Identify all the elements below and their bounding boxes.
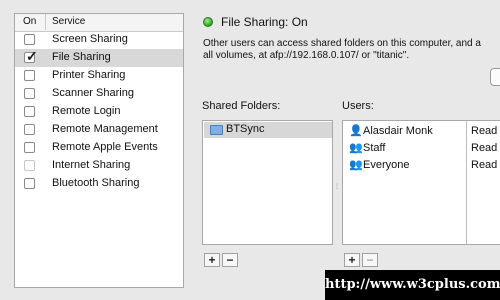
service-row-internet-sharing[interactable]: Internet Sharing — [15, 157, 183, 175]
column-header-service[interactable]: Service — [52, 16, 85, 27]
remove-user-button[interactable]: − — [362, 253, 378, 267]
user-permission[interactable]: Read — [471, 159, 497, 171]
service-checkbox[interactable] — [24, 34, 35, 45]
service-row-bluetooth-sharing[interactable]: Bluetooth Sharing — [15, 175, 183, 193]
service-label: File Sharing — [52, 51, 111, 63]
service-label: Internet Sharing — [52, 159, 131, 171]
services-list[interactable]: On Service Screen Sharing ✓ File Sharing… — [14, 13, 184, 288]
status-description-line: Other users can access shared folders on… — [203, 38, 481, 49]
watermark: http://www.w3cplus.com — [325, 270, 500, 300]
service-label: Scanner Sharing — [52, 87, 134, 99]
service-checkbox[interactable] — [24, 160, 35, 171]
service-checkbox[interactable] — [24, 178, 35, 189]
add-user-button[interactable]: + — [344, 253, 360, 267]
service-checkbox[interactable] — [24, 124, 35, 135]
service-label: Remote Login — [52, 105, 121, 117]
service-row-scanner-sharing[interactable]: Scanner Sharing — [15, 85, 183, 103]
single-user-icon: 👤 — [349, 125, 363, 137]
user-row[interactable]: 👥 Everyone Read — [343, 157, 500, 174]
service-row-remote-login[interactable]: Remote Login — [15, 103, 183, 121]
service-checkbox[interactable] — [24, 142, 35, 153]
users-label: Users: — [342, 100, 374, 112]
add-shared-folder-button[interactable]: + — [204, 253, 220, 267]
split-resize-handle[interactable]: ⋮ — [334, 183, 340, 190]
service-label: Remote Apple Events — [52, 141, 158, 153]
services-list-header: On Service — [15, 14, 183, 32]
folder-icon — [210, 125, 223, 135]
options-button[interactable] — [490, 68, 500, 86]
column-divider — [45, 14, 46, 30]
shared-folder-name: BTSync — [226, 123, 265, 135]
status-indicator-icon — [203, 17, 213, 27]
user-row[interactable]: 👥 Staff Read — [343, 140, 500, 157]
column-header-on[interactable]: On — [23, 16, 36, 27]
service-checkbox[interactable] — [24, 106, 35, 117]
shared-folder-item[interactable]: BTSync — [204, 122, 332, 138]
checkmark-icon: ✓ — [26, 48, 38, 64]
service-label: Screen Sharing — [52, 33, 128, 45]
user-name: Alasdair Monk — [363, 125, 433, 137]
user-permission[interactable]: Read — [471, 142, 497, 154]
service-checkbox[interactable] — [24, 88, 35, 99]
status-description-line: all volumes, at afp://192.168.0.107/ or … — [203, 50, 410, 61]
user-permission[interactable]: Read — [471, 125, 497, 137]
user-name: Staff — [363, 142, 386, 154]
service-checkbox[interactable] — [24, 70, 35, 81]
status-description: Other users can access shared folders on… — [203, 38, 481, 62]
shared-folders-list[interactable]: BTSync — [202, 120, 333, 245]
group-icon: 👥 — [349, 159, 363, 171]
service-label: Remote Management — [52, 123, 158, 135]
shared-folders-label: Shared Folders: — [202, 100, 281, 112]
service-row-remote-apple-events[interactable]: Remote Apple Events — [15, 139, 183, 157]
service-row-screen-sharing[interactable]: Screen Sharing — [15, 31, 183, 49]
users-list[interactable]: 👤 Alasdair Monk Read 👥 Staff Read 👥 Ever… — [342, 120, 500, 245]
service-checkbox[interactable]: ✓ — [24, 48, 38, 64]
remove-shared-folder-button[interactable]: − — [222, 253, 238, 267]
service-label: Bluetooth Sharing — [52, 177, 140, 189]
service-row-file-sharing[interactable]: ✓ File Sharing — [15, 48, 183, 67]
status-title: File Sharing: On — [221, 15, 308, 29]
service-label: Printer Sharing — [52, 69, 126, 81]
service-row-printer-sharing[interactable]: Printer Sharing — [15, 67, 183, 85]
user-row[interactable]: 👤 Alasdair Monk Read — [343, 123, 500, 140]
group-icon: 👥 — [349, 142, 363, 154]
user-name: Everyone — [363, 159, 410, 171]
service-row-remote-management[interactable]: Remote Management — [15, 121, 183, 139]
